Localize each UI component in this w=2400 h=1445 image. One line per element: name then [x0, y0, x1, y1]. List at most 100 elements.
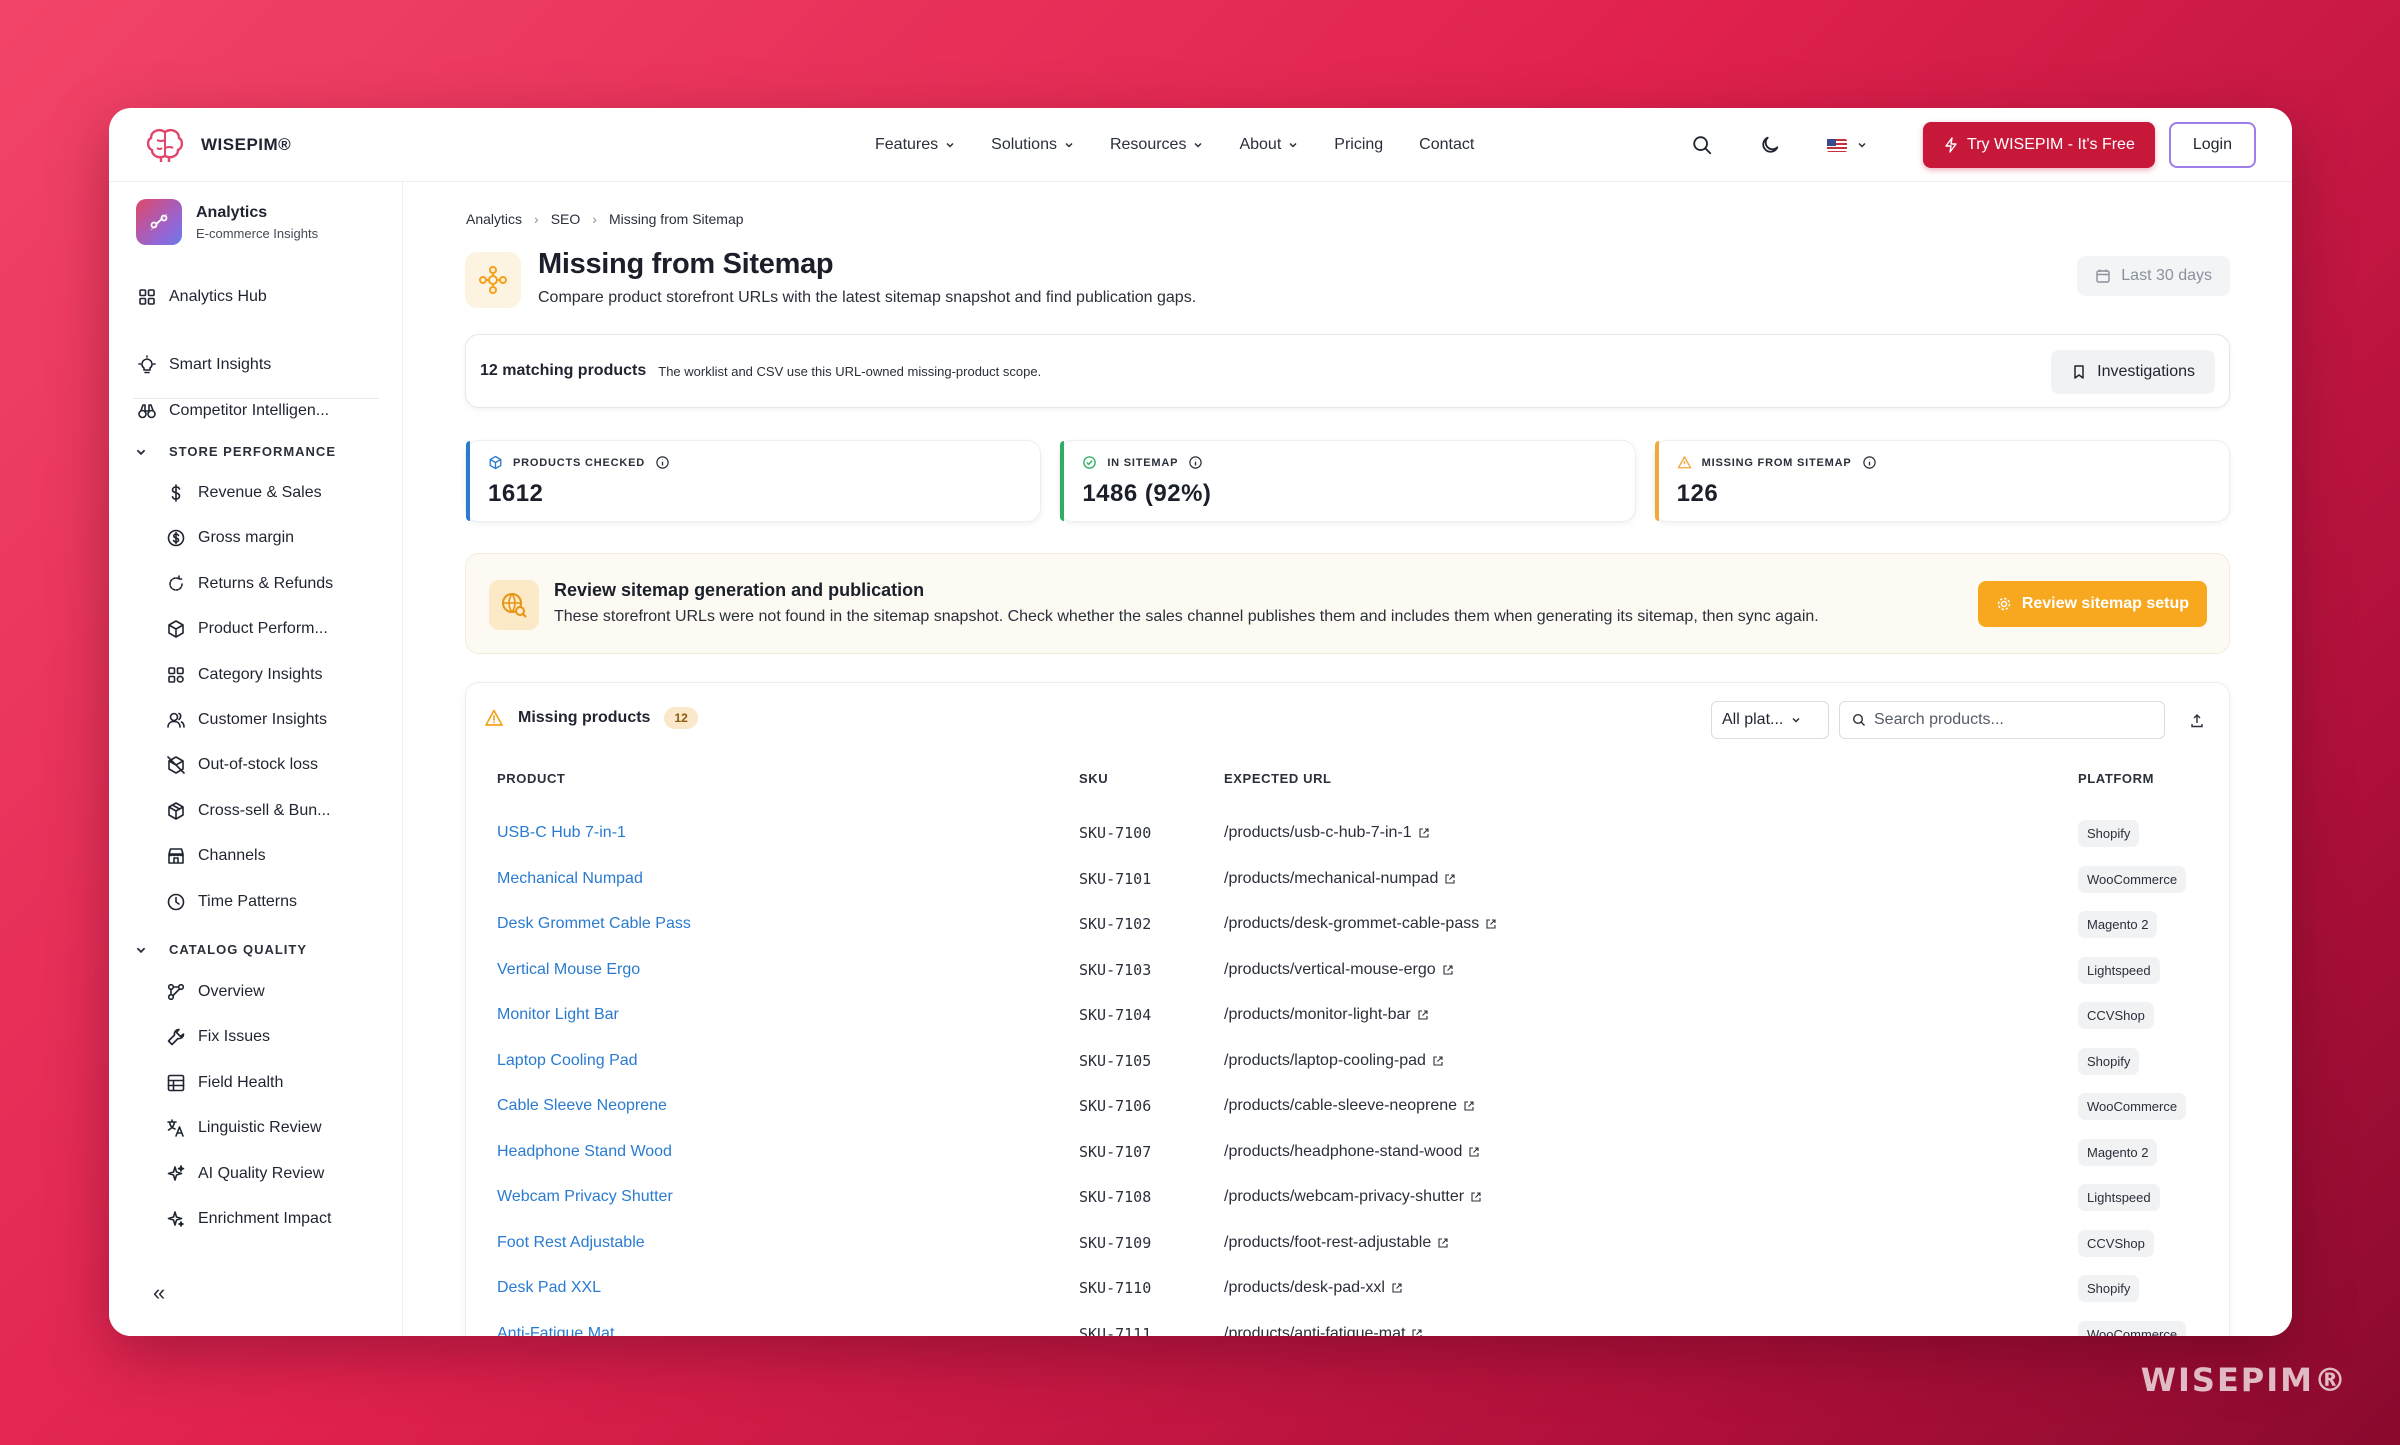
stat-value: 1486 (92%) [1082, 480, 1212, 507]
table-row: USB-C Hub 7-in-1 SKU-7100/products/usb-c-… [466, 812, 2229, 858]
sidebar-item-label: Returns & Refunds [198, 574, 334, 592]
expected-url-link[interactable]: /products/anti-fatigue-mat [1224, 1324, 1423, 1337]
nav-pricing[interactable]: Pricing [1334, 136, 1383, 154]
section-catalog-quality[interactable]: CATALOG QUALITY [135, 942, 307, 957]
platform-badge: Lightspeed [2078, 1184, 2160, 1211]
column-header-sku[interactable]: SKU [1079, 771, 1108, 786]
sidebar-item-gross-margin[interactable]: Gross margin [166, 528, 294, 548]
sidebar-item-field-health[interactable]: Field Health [166, 1073, 283, 1093]
expected-url-text: /products/mechanical-numpad [1224, 869, 1439, 887]
sidebar-item-customer-insights[interactable]: Customer Insights [166, 710, 327, 730]
sidebar-item-returns-refunds[interactable]: Returns & Refunds [166, 574, 333, 594]
product-link[interactable]: Foot Rest Adjustable [497, 1234, 645, 1252]
product-link[interactable]: Laptop Cooling Pad [497, 1052, 638, 1070]
sidebar-item-time-patterns[interactable]: Time Patterns [166, 892, 297, 912]
product-link[interactable]: Desk Grommet Cable Pass [497, 915, 691, 933]
gear-icon [1997, 597, 2011, 611]
search-icon[interactable] [1691, 134, 1713, 156]
expected-url-link[interactable]: /products/mechanical-numpad [1224, 870, 1456, 888]
wrench-icon [167, 1029, 185, 1046]
stat-value: 1612 [488, 480, 544, 507]
expected-url-link[interactable]: /products/foot-rest-adjustable [1224, 1234, 1449, 1252]
dollar-icon [171, 484, 181, 502]
sidebar-item-analytics-hub[interactable]: Analytics Hub [137, 287, 267, 307]
product-link[interactable]: Headphone Stand Wood [497, 1143, 672, 1161]
nav-resources[interactable]: Resources [1110, 136, 1203, 154]
product-link[interactable]: Anti-Fatigue Mat [497, 1325, 614, 1337]
expected-url-link[interactable]: /products/usb-c-hub-7-in-1 [1224, 824, 1430, 842]
external-link-icon [1443, 964, 1453, 975]
app-window: WISEPIM® Features Solutions Resources About… [109, 108, 2292, 1336]
sidebar-item-enrichment-impact[interactable]: Enrichment Impact [166, 1209, 331, 1229]
login-button[interactable]: Login [2168, 122, 2256, 168]
investigations-button[interactable]: Investigations [2051, 350, 2215, 394]
brand[interactable]: WISEPIM® [145, 126, 291, 164]
column-header-product[interactable]: PRODUCT [497, 771, 565, 786]
product-link[interactable]: Mechanical Numpad [497, 870, 643, 888]
table-row: Vertical Mouse Ergo SKU-7103/products/ver… [466, 949, 2229, 995]
sidebar-item-linguistic-review[interactable]: Linguistic Review [166, 1118, 322, 1138]
breadcrumb-separator: › [592, 211, 597, 227]
product-link[interactable]: Vertical Mouse Ergo [497, 961, 640, 979]
calendar-icon [2096, 269, 2110, 283]
review-sitemap-setup-button[interactable]: Review sitemap setup [1977, 581, 2207, 627]
sidebar-item-product-perform[interactable]: Product Perform... [166, 619, 328, 639]
chevron-down-icon [136, 947, 146, 953]
nav-label: Resources [1109, 136, 1187, 153]
expected-url-link[interactable]: /products/laptop-cooling-pad [1224, 1052, 1444, 1070]
moon-icon[interactable] [1759, 134, 1781, 156]
breadcrumb: Analytics › SEO › Missing from Sitemap [466, 211, 744, 227]
external-link-icon [1418, 1010, 1428, 1020]
column-header-expected-url[interactable]: EXPECTED URL [1224, 771, 1332, 786]
nav-contact[interactable]: Contact [1419, 136, 1474, 154]
sidebar-item-ai-quality-review[interactable]: AI Quality Review [166, 1164, 324, 1184]
binoculars-icon [138, 404, 156, 419]
date-range-button[interactable]: Last 30 days [2077, 256, 2230, 296]
sidebar-item-fix-issues[interactable]: Fix Issues [166, 1027, 270, 1047]
sidebar-item-smart-insights[interactable]: Smart Insights [137, 355, 271, 375]
expected-url-text: /products/anti-fatigue-mat [1224, 1324, 1406, 1337]
sidebar-item-competitor-intelligen[interactable]: Competitor Intelligen... [137, 401, 329, 421]
product-link[interactable]: USB-C Hub 7-in-1 [497, 824, 626, 842]
breadcrumb-item[interactable]: Analytics [466, 211, 522, 227]
sidebar-subtitle: E-commerce Insights [196, 225, 319, 241]
expected-url-link[interactable]: /products/headphone-stand-wood [1224, 1143, 1480, 1161]
nav-solutions[interactable]: Solutions [991, 136, 1074, 154]
column-header-platform[interactable]: PLATFORM [2078, 771, 2154, 786]
product-link[interactable]: Desk Pad XXL [497, 1279, 601, 1297]
breadcrumb-item: Missing from Sitemap [608, 211, 744, 227]
investigations-label: Investigations [2097, 363, 2195, 380]
expected-url-link[interactable]: /products/desk-grommet-cable-pass [1224, 915, 1497, 933]
nav-about[interactable]: About [1239, 136, 1298, 154]
expected-url-link[interactable]: /products/cable-sleeve-neoprene [1224, 1097, 1475, 1115]
sidebar-item-revenue-sales[interactable]: Revenue & Sales [166, 483, 322, 503]
sidebar-item-channels[interactable]: Channels [166, 846, 266, 866]
section-label: STORE PERFORMANCE [169, 444, 336, 459]
sidebar-item-overview[interactable]: Overview [166, 982, 265, 1002]
network-icon [167, 983, 185, 1001]
expected-url-link[interactable]: /products/monitor-light-bar [1224, 1006, 1429, 1024]
breadcrumb-item[interactable]: SEO [551, 211, 581, 227]
sidebar-item-out-of-stock-loss[interactable]: Out-of-stock loss [166, 755, 318, 775]
try-free-button[interactable]: Try WISEPIM - It's Free [1923, 122, 2155, 168]
cross-sell-box-icon [168, 801, 184, 820]
sidebar-item-cross-sell-bun[interactable]: Cross-sell & Bun... [166, 801, 330, 821]
expected-url-link[interactable]: /products/webcam-privacy-shutter [1224, 1188, 1482, 1206]
platform-filter[interactable]: All plat... [1711, 701, 1829, 739]
sidebar-item-category-insights[interactable]: Category Insights [166, 665, 323, 685]
export-icon[interactable] [2189, 713, 2205, 729]
product-link[interactable]: Webcam Privacy Shutter [497, 1188, 673, 1206]
section-store-performance[interactable]: STORE PERFORMANCE [135, 444, 336, 459]
stat-label-row: MISSING FROM SITEMAP [1677, 455, 2229, 470]
collapse-sidebar-button[interactable]: « [153, 1280, 165, 1306]
check-circle-icon [1083, 456, 1097, 469]
language-selector[interactable] [1827, 138, 1867, 152]
product-link[interactable]: Cable Sleeve Neoprene [497, 1097, 667, 1115]
expected-url-link[interactable]: /products/vertical-mouse-ergo [1224, 961, 1454, 979]
expected-url-link[interactable]: /products/desk-pad-xxl [1224, 1279, 1403, 1297]
missing-products-table: Missing products 12 All plat... Search p… [465, 682, 2230, 1336]
product-search-input[interactable]: Search products... [1839, 701, 2165, 739]
product-link[interactable]: Monitor Light Bar [497, 1006, 619, 1024]
nav-features[interactable]: Features [875, 136, 955, 154]
expected-url-text: /products/cable-sleeve-neoprene [1224, 1097, 1458, 1114]
